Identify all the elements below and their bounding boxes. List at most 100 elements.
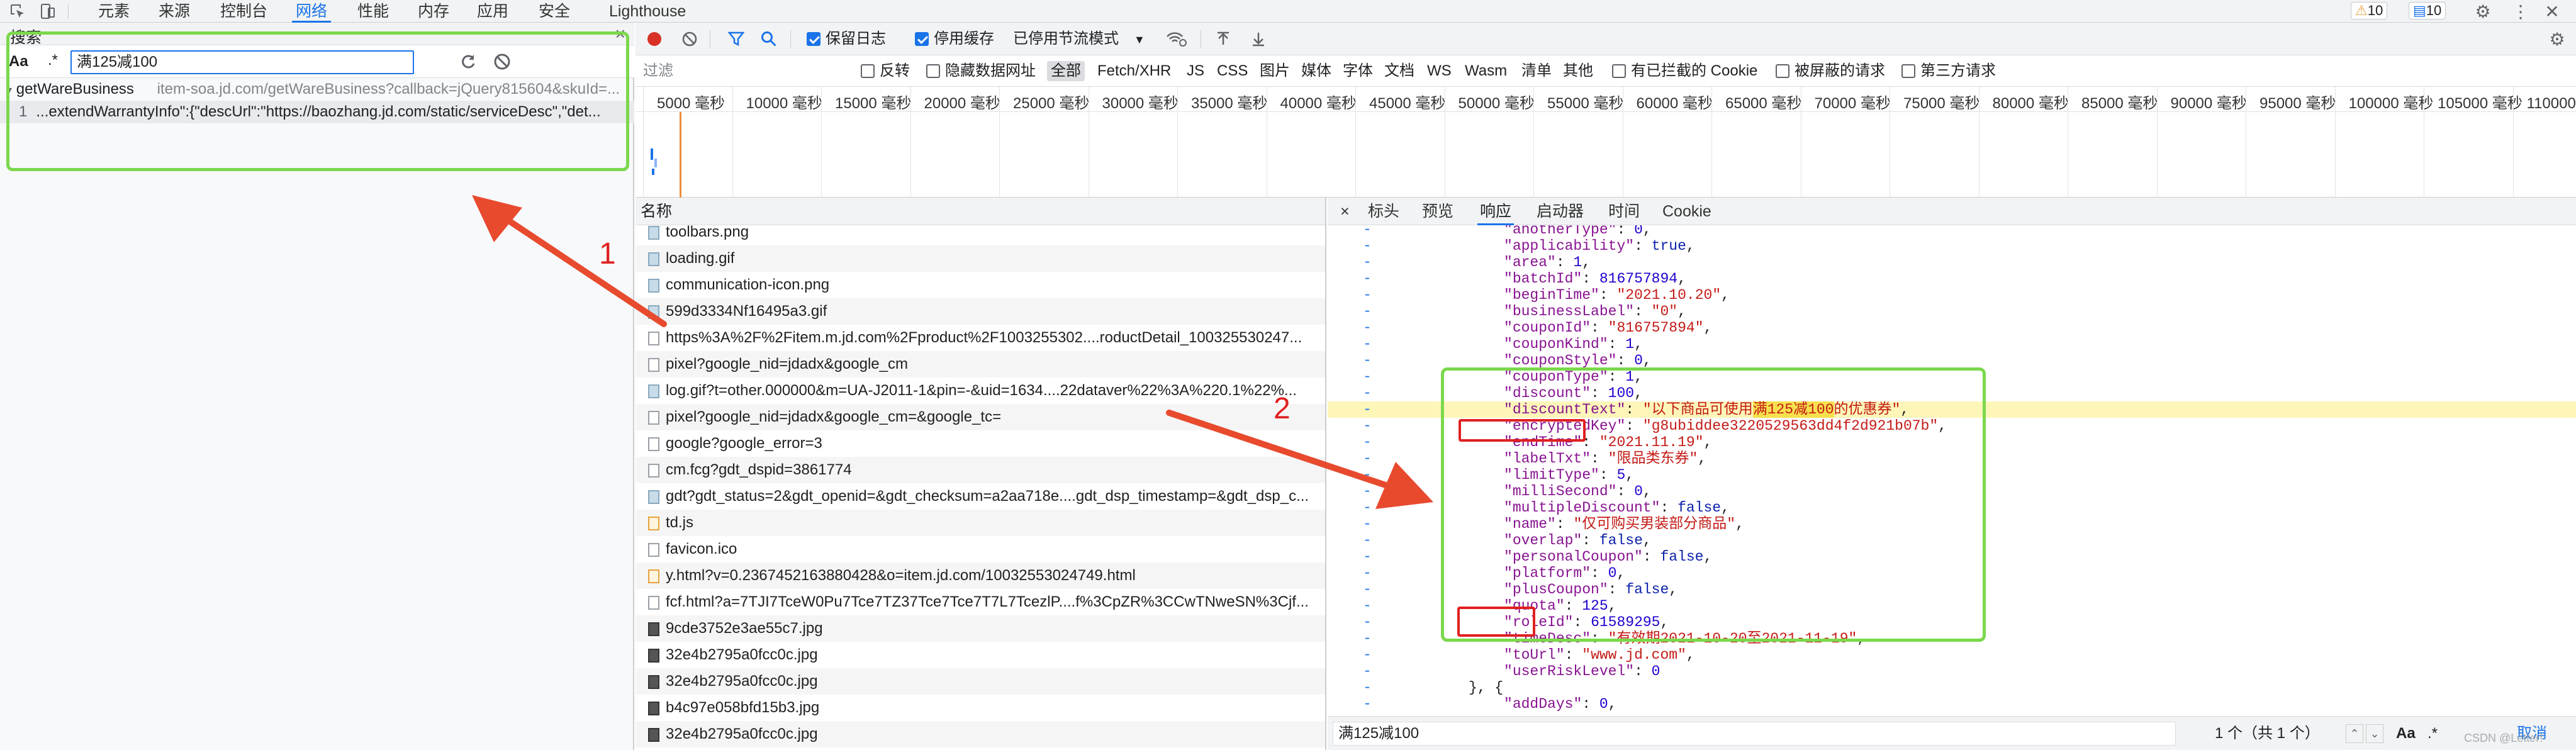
request-row[interactable]: communication-icon.png [636, 272, 1325, 298]
type-filter-fetch-xhr[interactable]: Fetch/XHR [1097, 55, 1171, 87]
fold-gutter-marker[interactable]: - [1363, 549, 1372, 565]
tab-sources[interactable]: 来源 [159, 0, 190, 23]
clear-icon[interactable] [681, 30, 698, 48]
type-filter-media[interactable]: 媒体 [1301, 55, 1331, 87]
fold-gutter-marker[interactable]: - [1363, 565, 1372, 581]
tab-response[interactable]: 响应 [1477, 198, 1515, 225]
fold-gutter-marker[interactable]: - [1363, 598, 1372, 614]
request-row[interactable]: 599d3334Nf16495a3.gif [636, 298, 1325, 325]
request-row[interactable]: toolbars.png [636, 219, 1325, 245]
fold-gutter-marker[interactable]: - [1363, 271, 1372, 287]
previous-match-icon[interactable]: ⌃ [2346, 724, 2363, 743]
record-icon[interactable] [646, 30, 663, 48]
request-row[interactable]: 32e4b2795a0fcc0c.jpg [636, 668, 1325, 695]
network-timeline[interactable]: 5000 毫秒 10000 毫秒 15000 毫秒 20000 毫秒 25000 毫秒 3… [636, 87, 2576, 198]
fold-gutter-marker[interactable]: - [1363, 614, 1372, 630]
fold-gutter-marker[interactable]: - [1363, 254, 1372, 271]
request-row[interactable]: 32e4b2795a0fcc0c.jpg [636, 721, 1325, 747]
match-case-toggle[interactable]: Aa [2396, 717, 2416, 750]
fold-gutter-marker[interactable]: - [1363, 303, 1372, 320]
fold-gutter-marker[interactable]: - [1363, 352, 1372, 369]
type-filter-ws[interactable]: WS [1427, 55, 1452, 87]
fold-gutter-marker[interactable]: - [1363, 225, 1372, 238]
request-row[interactable]: b4c97e058bfd15b3.jpg [636, 695, 1325, 721]
third-party-checkbox[interactable]: 第三方请求 [1901, 55, 1996, 87]
type-filter-img[interactable]: 图片 [1260, 55, 1290, 87]
request-row[interactable]: log.gif?t=other.000000&m=UA-J2011-1&pin=… [636, 378, 1325, 404]
fold-gutter-marker[interactable]: - [1363, 287, 1372, 303]
device-toolbar-icon[interactable] [39, 3, 57, 20]
request-row[interactable]: 9cde3752e3ae55c7.jpg [636, 615, 1325, 642]
more-options-icon[interactable]: ⋮ [2512, 1, 2529, 21]
type-filter-doc[interactable]: 文档 [1384, 55, 1414, 87]
request-row[interactable]: loading.gif [636, 245, 1325, 272]
fold-gutter-marker[interactable]: - [1363, 336, 1372, 352]
type-filter-font[interactable]: 字体 [1343, 55, 1373, 87]
request-row[interactable]: favicon.ico [636, 536, 1325, 562]
tab-timing[interactable]: 时间 [1608, 198, 1640, 225]
tab-security[interactable]: 安全 [539, 0, 570, 23]
timeline-tick [1978, 87, 1980, 198]
tab-performance[interactable]: 性能 [357, 0, 389, 23]
request-row[interactable]: https%3A%2F%2Fitem.m.jd.com%2Fproduct%2F… [636, 325, 1325, 351]
fold-gutter-marker[interactable]: - [1363, 630, 1372, 647]
request-row[interactable]: y.html?v=0.2367452163880428&o=item.jd.co… [636, 562, 1325, 589]
type-filter-css[interactable]: CSS [1217, 55, 1248, 87]
tab-elements[interactable]: 元素 [98, 0, 130, 23]
disable-cache-checkbox[interactable]: 停用缓存 [915, 23, 994, 55]
checkbox-icon [1901, 64, 1915, 78]
preserve-log-checkbox[interactable]: 保留日志 [807, 23, 886, 55]
throttling-select[interactable]: 已停用节流模式 ▼ [1013, 23, 1145, 56]
blocked-requests-checkbox[interactable]: 被屏蔽的请求 [1776, 55, 1885, 87]
tab-preview[interactable]: 预览 [1422, 198, 1453, 225]
fold-gutter-marker[interactable]: - [1363, 532, 1372, 549]
invert-checkbox[interactable]: 反转 [861, 55, 910, 87]
request-row[interactable]: fcf.html?a=7TJI7TceW0Pu7Tce7TZ37Tce7Tce7… [636, 589, 1325, 615]
fold-gutter-marker[interactable]: - [1363, 581, 1372, 598]
fold-gutter-marker[interactable]: - [1363, 385, 1372, 401]
blocked-cookies-checkbox[interactable]: 有已拦截的 Cookie [1612, 55, 1757, 87]
fold-gutter-marker[interactable]: - [1363, 320, 1372, 336]
network-conditions-icon[interactable] [1165, 30, 1188, 48]
regex-toggle[interactable]: .* [2428, 717, 2438, 750]
fold-gutter-marker[interactable]: - [1363, 663, 1372, 680]
close-devtools-icon[interactable]: ✕ [2542, 1, 2562, 21]
inspect-element-icon[interactable] [9, 3, 26, 20]
hide-data-urls-checkbox[interactable]: 隐藏数据网址 [926, 55, 1036, 87]
network-settings-gear-icon[interactable]: ⚙ [2547, 29, 2567, 49]
request-row[interactable]: pixel?google_nid=jdadx&google_cm [636, 351, 1325, 378]
tab-memory[interactable]: 内存 [418, 0, 449, 23]
import-har-icon[interactable] [1214, 30, 1232, 48]
type-filter-manifest[interactable]: 清单 [1521, 55, 1552, 87]
fold-gutter-marker[interactable]: - [1363, 696, 1372, 712]
messages-badge[interactable]: ▤10 [2409, 2, 2446, 20]
request-row[interactable]: 32e4b2795a0fcc0c.jpg [636, 642, 1325, 668]
filter-icon[interactable] [727, 30, 745, 48]
fold-gutter-marker[interactable]: - [1363, 516, 1372, 532]
tab-application[interactable]: 应用 [477, 0, 508, 23]
request-row[interactable]: td.js [636, 510, 1325, 536]
next-match-icon[interactable]: ⌄ [2366, 724, 2383, 743]
fold-gutter-marker[interactable]: - [1363, 369, 1372, 385]
type-filter-js[interactable]: JS [1187, 55, 1204, 87]
type-filter-other[interactable]: 其他 [1563, 55, 1593, 87]
tab-console[interactable]: 控制台 [220, 0, 267, 23]
type-filter-all[interactable]: 全部 [1047, 55, 1085, 87]
close-detail-icon[interactable]: × [1340, 198, 1350, 225]
response-search-input[interactable]: 满125减100 [1333, 722, 2176, 746]
tab-cookies[interactable]: Cookie [1662, 198, 1711, 225]
fold-gutter-marker[interactable]: - [1363, 647, 1372, 663]
settings-gear-icon[interactable]: ⚙ [2473, 1, 2493, 21]
fold-gutter-marker[interactable]: - [1363, 680, 1372, 696]
tab-headers[interactable]: 标头 [1368, 198, 1399, 225]
tab-network[interactable]: 网络 [291, 0, 332, 23]
tab-initiator[interactable]: 启动器 [1537, 198, 1584, 225]
fold-gutter-marker[interactable]: - [1363, 238, 1372, 254]
warnings-badge[interactable]: ⚠10 [2351, 2, 2388, 20]
search-icon[interactable] [760, 30, 778, 48]
tab-lighthouse[interactable]: Lighthouse [609, 0, 686, 23]
filter-input[interactable]: 过滤 [643, 55, 843, 87]
response-line-text: "couponKind": 1, [1504, 336, 1643, 352]
export-har-icon[interactable] [1250, 30, 1267, 48]
type-filter-wasm[interactable]: Wasm [1465, 55, 1507, 87]
